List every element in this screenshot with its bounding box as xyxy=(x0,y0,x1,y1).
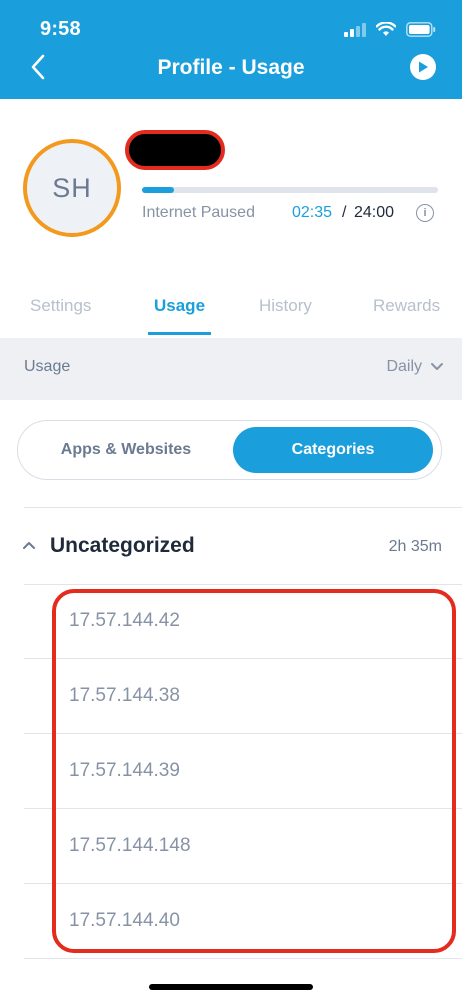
active-tab-indicator xyxy=(148,332,211,335)
usage-progress-fill xyxy=(142,187,174,193)
tab-history[interactable]: History xyxy=(259,296,312,316)
signal-icon xyxy=(344,22,366,37)
usage-section-header: Usage Daily xyxy=(0,338,462,400)
time-limit: 24:00 xyxy=(354,204,395,221)
ip-address: 17.57.144.148 xyxy=(69,835,191,856)
status-time: 9:58 xyxy=(40,18,81,40)
avatar-initials: SH xyxy=(52,172,92,203)
list-item[interactable]: 17.57.144.38 xyxy=(0,659,462,734)
view-toggle: Apps & Websites Categories xyxy=(17,420,442,480)
ip-address: 17.57.144.39 xyxy=(69,760,180,781)
usage-label: Usage xyxy=(24,358,71,375)
period-value: Daily xyxy=(386,358,422,375)
battery-icon xyxy=(406,22,436,37)
category-duration: 2h 35m xyxy=(388,538,442,555)
wifi-icon xyxy=(376,22,396,36)
redacted-profile-name xyxy=(125,130,225,170)
tab-rewards[interactable]: Rewards xyxy=(373,296,440,316)
list-item[interactable]: 17.57.144.42 xyxy=(0,584,462,659)
page-title: Profile - Usage xyxy=(157,56,305,79)
tab-usage[interactable]: Usage xyxy=(154,296,205,316)
divider xyxy=(24,958,462,959)
home-indicator xyxy=(149,984,313,990)
category-row[interactable]: Uncategorized 2h 35m xyxy=(0,508,462,584)
usage-progress-bar xyxy=(142,187,438,193)
chevron-up-icon xyxy=(23,542,35,549)
tab-settings[interactable]: Settings xyxy=(30,296,91,316)
toggle-categories[interactable]: Categories xyxy=(233,427,433,473)
info-icon[interactable]: i xyxy=(416,204,434,222)
play-circle-icon xyxy=(419,61,428,73)
tab-bar: Settings Usage History Rewards xyxy=(0,290,462,336)
ip-address: 17.57.144.38 xyxy=(69,685,180,706)
chevron-down-icon xyxy=(431,363,443,370)
ip-address: 17.57.144.42 xyxy=(69,610,180,631)
time-separator: / xyxy=(342,204,347,221)
app-header: 9:58 Profile - Usage xyxy=(0,0,462,99)
toggle-apps-websites[interactable]: Apps & Websites xyxy=(26,427,226,473)
list-item[interactable]: 17.57.144.39 xyxy=(0,734,462,809)
list-item[interactable]: 17.57.144.148 xyxy=(0,809,462,884)
avatar[interactable]: SH xyxy=(23,139,121,237)
list-item[interactable]: 17.57.144.40 xyxy=(0,884,462,959)
status-icons xyxy=(344,22,436,37)
internet-status: Internet Paused xyxy=(142,204,255,221)
play-button[interactable] xyxy=(410,54,436,80)
time-used: 02:35 xyxy=(292,204,333,221)
ip-address: 17.57.144.40 xyxy=(69,910,180,931)
category-name: Uncategorized xyxy=(50,534,195,557)
period-dropdown[interactable]: Daily xyxy=(386,358,444,376)
